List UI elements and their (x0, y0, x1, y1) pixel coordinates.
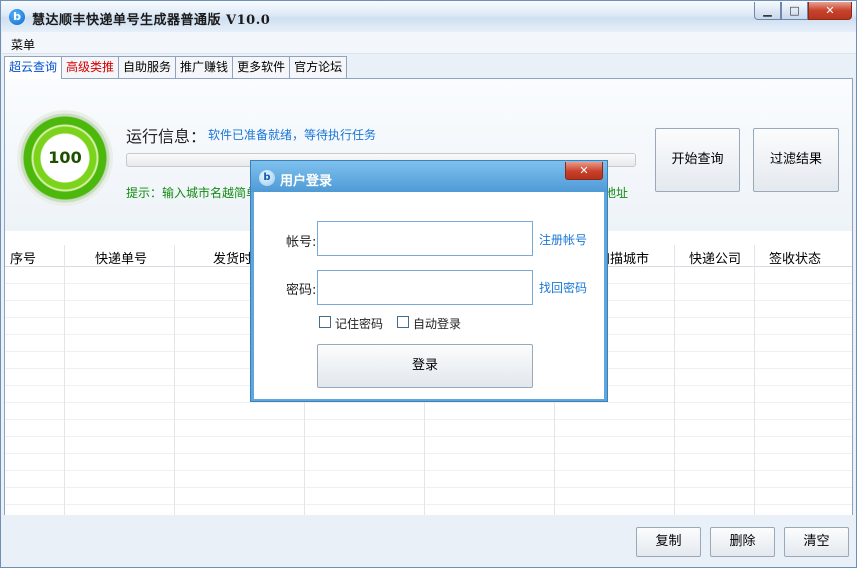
dialog-close-button[interactable]: ✕ (565, 162, 603, 180)
auto-login-checkbox[interactable] (397, 316, 409, 328)
tab-advanced[interactable]: 高级类推 (61, 56, 120, 78)
clear-button[interactable]: 清空 (784, 527, 849, 557)
grid-divider (674, 245, 675, 515)
copy-button[interactable]: 复制 (636, 527, 701, 557)
hint-text: 提示：输入城市名越简单 (126, 186, 259, 200)
dialog-body: 帐号: 注册帐号 密码: 找回密码 记住密码 自动登录 登录 (254, 192, 604, 399)
menu-bar: 菜单 (2, 32, 856, 54)
column-header-ship-time[interactable]: 发货时 (213, 248, 252, 267)
start-query-button[interactable]: 开始查询 (655, 128, 740, 192)
delete-button[interactable]: 删除 (710, 527, 775, 557)
login-button[interactable]: 登录 (317, 344, 533, 388)
auto-login-label: 自动登录 (413, 317, 462, 331)
recover-password-link[interactable]: 找回密码 (539, 279, 587, 296)
login-dialog: b 用户登录 ✕ 帐号: 注册帐号 密码: 找回密码 记住密码 自动登录 登录 (250, 160, 608, 402)
remember-password-checkbox[interactable] (319, 316, 331, 328)
password-label: 密码: (286, 283, 317, 298)
window-title: 慧达顺丰快递单号生成器普通版 V10.0 (32, 13, 271, 28)
column-header-index[interactable]: 序号 (10, 248, 36, 267)
run-status-text: 软件已准备就绪，等待执行任务 (208, 128, 377, 142)
tab-forum[interactable]: 官方论坛 (289, 56, 348, 78)
minimize-button[interactable]: ▁ (754, 2, 781, 20)
title-bar[interactable]: b 慧达顺丰快递单号生成器普通版 V10.0 ▁ □ ✕ (1, 1, 856, 32)
account-label: 帐号: (286, 235, 317, 250)
maximize-button[interactable]: □ (781, 2, 808, 20)
grid-divider (174, 245, 175, 515)
dialog-title: 用户登录 (280, 174, 333, 189)
filter-results-button[interactable]: 过滤结果 (753, 128, 839, 192)
dialog-title-bar[interactable]: b 用户登录 ✕ (251, 161, 607, 192)
grid-divider (64, 245, 65, 515)
app-logo-icon: b (9, 9, 25, 25)
window-controls: ▁ □ ✕ (754, 2, 852, 20)
column-header-sign-status[interactable]: 签收状态 (769, 248, 821, 267)
grid-divider (754, 245, 755, 515)
close-button[interactable]: ✕ (808, 2, 852, 20)
tab-super-query[interactable]: 超云查询 (4, 56, 63, 79)
gauge-value: 100 (48, 148, 82, 167)
menu-item-main[interactable]: 菜单 (11, 36, 35, 53)
dialog-logo-icon: b (259, 170, 275, 186)
password-input[interactable] (317, 270, 533, 305)
tab-strip: 超云查询 高级类推 自助服务 推广赚钱 更多软件 官方论坛 (4, 56, 348, 79)
progress-gauge: 100 (17, 110, 113, 206)
tab-self-service[interactable]: 自助服务 (118, 56, 177, 78)
remember-password-label: 记住密码 (335, 317, 384, 331)
register-account-link[interactable]: 注册帐号 (539, 231, 587, 248)
run-info-label: 运行信息： (126, 127, 207, 146)
tab-promote[interactable]: 推广赚钱 (175, 56, 234, 78)
account-input[interactable] (317, 221, 533, 256)
tab-more-software[interactable]: 更多软件 (232, 56, 291, 78)
column-header-courier[interactable]: 快递公司 (689, 248, 741, 267)
column-header-tracking-number[interactable]: 快递单号 (95, 248, 147, 267)
